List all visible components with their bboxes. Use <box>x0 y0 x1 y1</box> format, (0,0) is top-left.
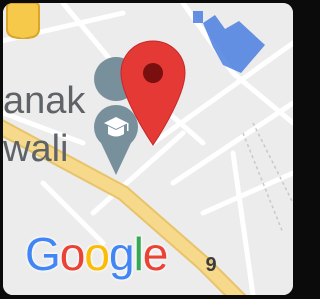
brand-letter: o <box>59 228 86 280</box>
place-label-line-1: anak <box>3 80 86 122</box>
brand-letter: G <box>25 228 61 280</box>
brand-letter: l <box>133 228 144 280</box>
place-label-line-2: wali <box>3 128 69 170</box>
google-logo: Google <box>25 228 169 280</box>
map-canvas[interactable]: anak wali Google 9 <box>3 3 293 295</box>
map-widget[interactable]: anak wali Google 9 <box>0 0 296 299</box>
route-shield-icon <box>6 3 40 39</box>
brand-letter: o <box>84 228 110 280</box>
brand-letter: g <box>108 228 135 280</box>
route-shield-number: 9 <box>205 254 217 276</box>
brand-letter: e <box>142 228 169 280</box>
